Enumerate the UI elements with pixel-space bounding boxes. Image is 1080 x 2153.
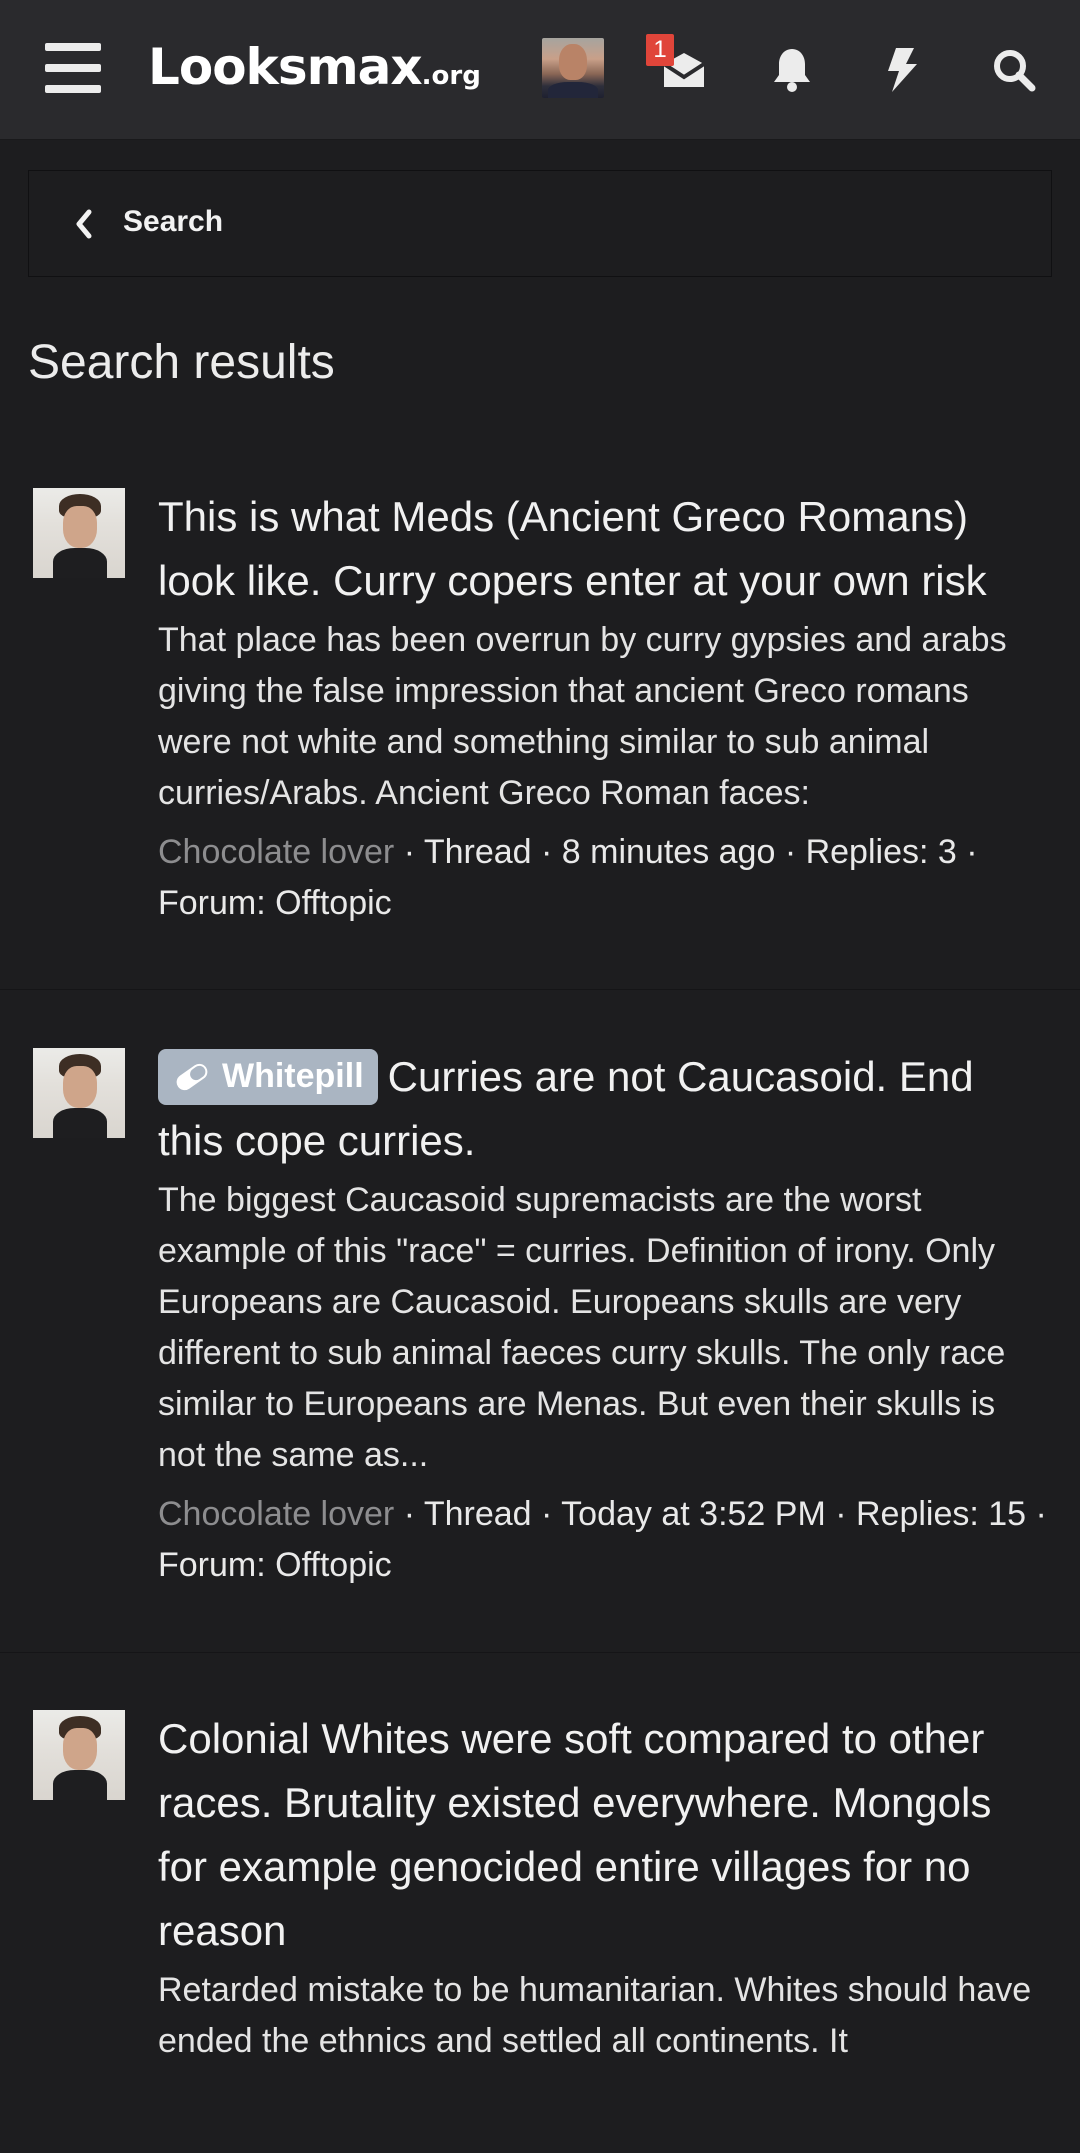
author-avatar[interactable]: [33, 1048, 125, 1138]
thread-prefix-label: Whitepill: [222, 1057, 364, 1095]
result-title[interactable]: Colonial Whites were soft compared to ot…: [158, 1707, 1048, 1963]
top-navigation-bar: Looksmax.org 1: [0, 0, 1080, 140]
site-logo[interactable]: Looksmax.org: [148, 38, 481, 98]
result-meta: Chocolate lover · Thread · 8 minutes ago…: [158, 827, 1048, 929]
logo-text: Looksmax: [148, 38, 423, 96]
result-snippet: Retarded mistake to be humanitarian. Whi…: [158, 1971, 1032, 2060]
result-author[interactable]: Chocolate lover: [158, 833, 394, 871]
inbox-badge: 1: [646, 34, 674, 66]
result-title[interactable]: Whitepill Curries are not Caucasoid. End …: [158, 1045, 1048, 1173]
user-avatar[interactable]: [542, 38, 604, 98]
breadcrumb-label: Search: [123, 205, 224, 238]
pill-icon: [172, 1055, 212, 1109]
chevron-left-icon: [73, 207, 95, 246]
search-result: Whitepill Curries are not Caucasoid. End …: [0, 990, 1080, 1653]
result-title[interactable]: This is what Meds (Ancient Greco Romans)…: [158, 485, 1048, 613]
breadcrumb[interactable]: Search: [28, 170, 1052, 277]
result-author[interactable]: Chocolate lover: [158, 1495, 394, 1533]
search-icon[interactable]: [974, 30, 1054, 110]
logo-tld: .org: [421, 61, 481, 91]
search-result: Colonial Whites were soft compared to ot…: [0, 1653, 1080, 2153]
page-title: Search results: [28, 336, 335, 389]
author-avatar[interactable]: [33, 1710, 125, 1800]
search-result: This is what Meds (Ancient Greco Romans)…: [0, 455, 1080, 990]
thread-prefix-badge[interactable]: Whitepill: [158, 1049, 378, 1105]
bolt-icon[interactable]: [862, 30, 942, 110]
result-meta: Chocolate lover · Thread · Today at 3:52…: [158, 1489, 1048, 1591]
result-snippet: That place has been overrun by curry gyp…: [158, 621, 1007, 812]
result-snippet: The biggest Caucasoid supremacists are t…: [158, 1181, 1006, 1474]
author-avatar[interactable]: [33, 488, 125, 578]
menu-icon[interactable]: [45, 43, 101, 93]
bell-icon[interactable]: [752, 30, 832, 110]
